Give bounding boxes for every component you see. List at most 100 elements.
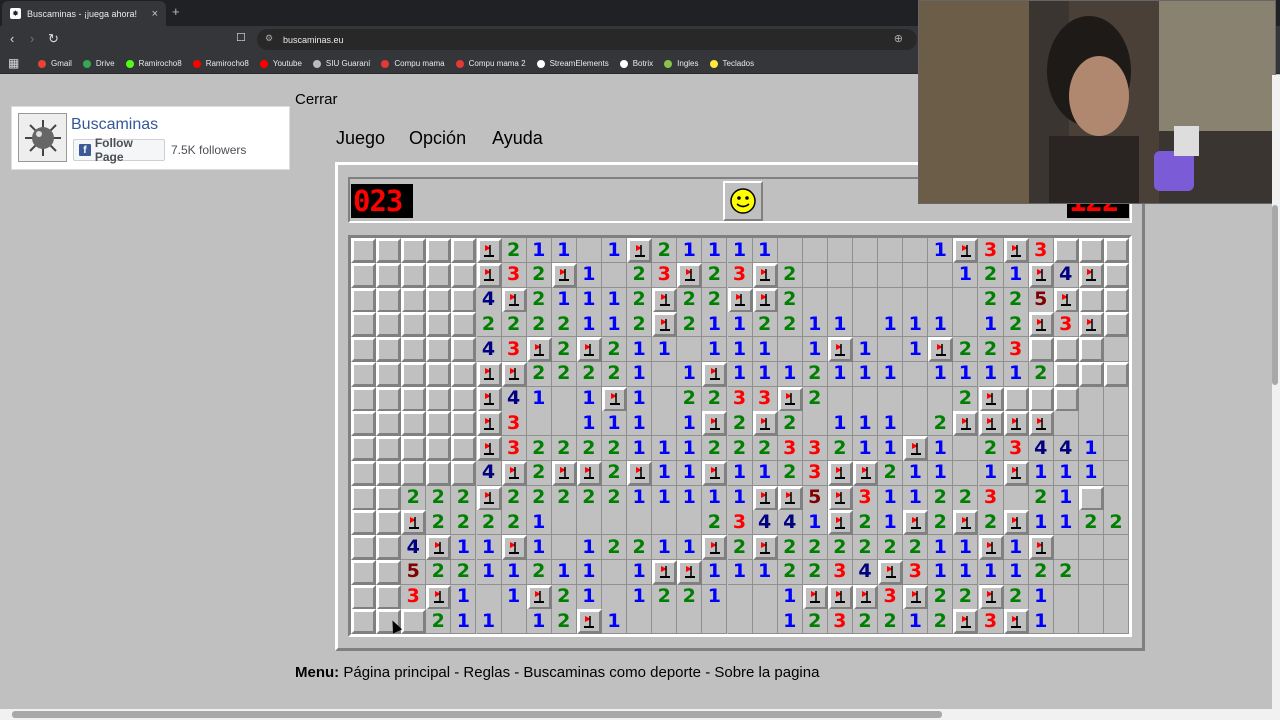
cell-number[interactable]: 1 <box>576 584 602 610</box>
cell-number[interactable]: 1 <box>677 460 703 486</box>
bookmark-item[interactable]: Compu mama 2 <box>455 59 526 68</box>
cell-covered[interactable] <box>376 436 402 461</box>
cell-number[interactable]: 2 <box>878 535 904 560</box>
cell-flagged[interactable] <box>501 287 527 313</box>
cell-number[interactable]: 2 <box>576 485 602 511</box>
cell-number[interactable]: 1 <box>878 510 904 536</box>
cell-number[interactable]: 1 <box>777 584 803 610</box>
cell-number[interactable]: 2 <box>702 262 728 288</box>
cell-number[interactable]: 1 <box>928 559 954 585</box>
cell-covered[interactable] <box>1028 337 1054 362</box>
cell-number[interactable]: 1 <box>928 361 954 387</box>
cell-flagged[interactable] <box>476 386 502 412</box>
cell-flagged[interactable] <box>476 361 502 387</box>
cell-covered[interactable] <box>1078 287 1104 313</box>
cell-covered[interactable] <box>376 312 402 338</box>
cell-empty[interactable] <box>576 510 602 536</box>
cell-number[interactable]: 1 <box>903 312 929 338</box>
cell-number[interactable]: 2 <box>576 436 602 461</box>
cell-covered[interactable] <box>451 262 477 288</box>
cell-covered[interactable] <box>351 337 376 362</box>
cell-covered[interactable] <box>376 361 402 387</box>
cell-empty[interactable] <box>752 609 778 635</box>
cell-covered[interactable] <box>451 337 477 362</box>
cell-number[interactable]: 1 <box>1003 535 1029 560</box>
cell-empty[interactable] <box>1104 337 1129 362</box>
cell-covered[interactable] <box>351 411 376 437</box>
cell-number[interactable]: 2 <box>702 436 728 461</box>
footer-links[interactable]: Página principal - Reglas - Buscaminas c… <box>343 664 819 681</box>
cell-number[interactable]: 1 <box>526 510 552 536</box>
cell-covered[interactable] <box>376 559 402 585</box>
cell-number[interactable]: 1 <box>928 535 954 560</box>
cell-covered[interactable] <box>401 436 427 461</box>
cell-covered[interactable] <box>426 386 452 412</box>
cell-number[interactable]: 4 <box>1053 436 1079 461</box>
cell-number[interactable]: 1 <box>903 460 929 486</box>
cell-number[interactable]: 2 <box>551 337 577 362</box>
cell-number[interactable]: 1 <box>853 411 878 437</box>
cell-number[interactable]: 1 <box>476 535 502 560</box>
cell-empty[interactable] <box>1104 460 1129 486</box>
cell-number[interactable]: 1 <box>1053 510 1079 536</box>
cell-flagged[interactable] <box>978 535 1004 560</box>
cell-covered[interactable] <box>376 238 402 263</box>
cell-flagged[interactable] <box>526 584 552 610</box>
cell-number[interactable]: 1 <box>652 460 678 486</box>
cell-number[interactable]: 2 <box>802 559 828 585</box>
cell-number[interactable]: 4 <box>777 510 803 536</box>
cell-number[interactable]: 1 <box>702 584 728 610</box>
cell-number[interactable]: 1 <box>551 559 577 585</box>
cell-flagged[interactable] <box>1078 262 1104 288</box>
cell-number[interactable]: 3 <box>878 584 904 610</box>
cell-flagged[interactable] <box>476 411 502 437</box>
cell-number[interactable]: 1 <box>953 559 979 585</box>
cell-covered[interactable] <box>376 485 402 511</box>
cell-covered[interactable] <box>426 262 452 288</box>
cell-covered[interactable] <box>401 361 427 387</box>
cell-flagged[interactable] <box>501 361 527 387</box>
cell-number[interactable]: 2 <box>777 262 803 288</box>
cell-empty[interactable] <box>853 238 878 263</box>
cell-covered[interactable] <box>376 460 402 486</box>
cell-covered[interactable] <box>451 361 477 387</box>
cell-number[interactable]: 2 <box>878 609 904 635</box>
cell-number[interactable]: 2 <box>853 609 878 635</box>
cell-empty[interactable] <box>1104 584 1129 610</box>
cell-number[interactable]: 1 <box>576 386 602 412</box>
cell-number[interactable]: 4 <box>476 287 502 313</box>
cell-number[interactable]: 4 <box>501 386 527 412</box>
cell-covered[interactable] <box>376 287 402 313</box>
cell-number[interactable]: 1 <box>677 411 703 437</box>
cell-number[interactable]: 3 <box>501 411 527 437</box>
cell-covered[interactable] <box>426 436 452 461</box>
cell-empty[interactable] <box>652 609 678 635</box>
cell-flagged[interactable] <box>953 510 979 536</box>
cell-flagged[interactable] <box>551 460 577 486</box>
menu-juego[interactable]: Juego <box>336 128 385 149</box>
back-icon[interactable]: ‹ <box>10 31 14 46</box>
cell-number[interactable]: 1 <box>1053 485 1079 511</box>
cell-flagged[interactable] <box>928 337 954 362</box>
cell-empty[interactable] <box>602 510 627 536</box>
bookmark-item[interactable]: Gmail <box>38 59 72 68</box>
cell-number[interactable]: 2 <box>526 460 552 486</box>
cell-number[interactable]: 2 <box>627 262 653 288</box>
cell-covered[interactable] <box>451 287 477 313</box>
cell-covered[interactable] <box>451 386 477 412</box>
cell-flagged[interactable] <box>978 386 1004 412</box>
bookmark-item[interactable]: Compu mama <box>381 59 445 68</box>
cell-number[interactable]: 1 <box>1028 584 1054 610</box>
cell-number[interactable]: 3 <box>652 262 678 288</box>
cell-number[interactable]: 3 <box>1003 436 1029 461</box>
cell-covered[interactable] <box>351 609 376 635</box>
cell-number[interactable]: 1 <box>627 337 653 362</box>
cell-empty[interactable] <box>928 287 954 313</box>
cell-covered[interactable] <box>426 361 452 387</box>
cell-number[interactable]: 2 <box>1028 559 1054 585</box>
cell-covered[interactable] <box>1053 238 1079 263</box>
cell-number[interactable]: 2 <box>978 287 1004 313</box>
cell-number[interactable]: 1 <box>853 337 878 362</box>
cell-number[interactable]: 3 <box>903 559 929 585</box>
cell-number[interactable]: 1 <box>576 312 602 338</box>
